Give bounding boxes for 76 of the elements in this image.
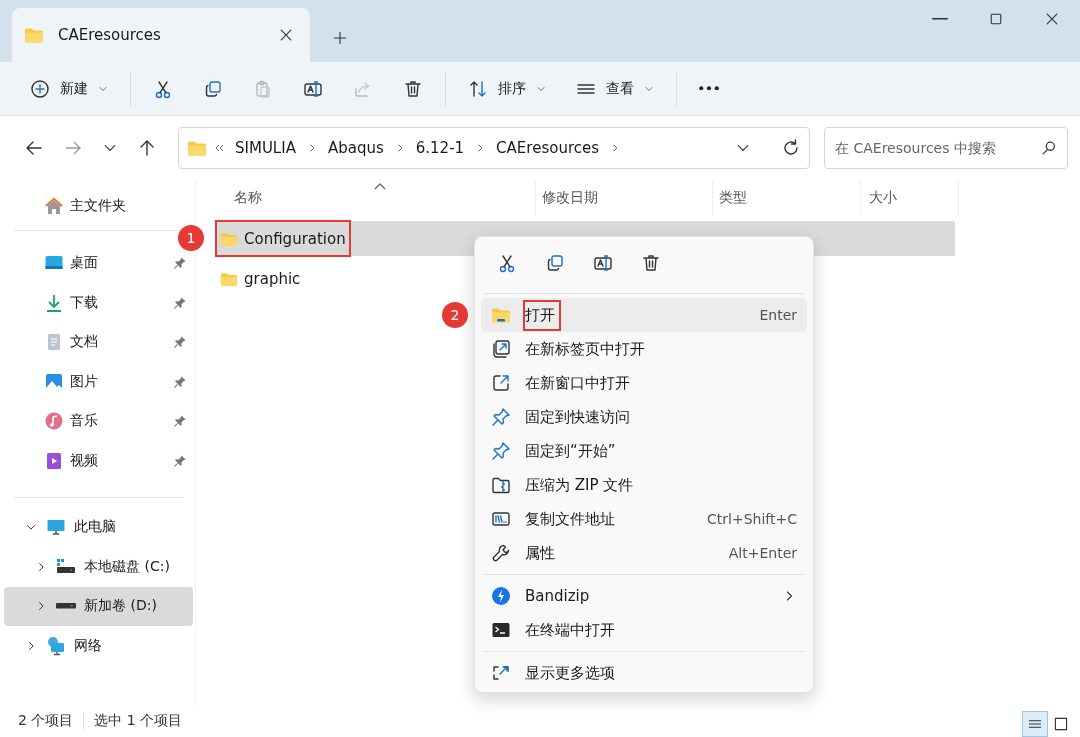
- column-header[interactable]: 类型: [713, 180, 861, 216]
- sidebar-item[interactable]: 主文件夹: [0, 186, 195, 226]
- house-icon: [44, 195, 64, 216]
- network-icon: [46, 635, 66, 656]
- close-icon: [278, 27, 294, 43]
- menu-item[interactable]: 在新标签页中打开: [481, 332, 807, 366]
- step-marker: 1: [178, 225, 204, 251]
- search-icon: [1040, 139, 1058, 157]
- tree-item[interactable]: 此电脑: [4, 507, 193, 547]
- refresh-icon: [781, 138, 801, 158]
- download-icon: [44, 292, 64, 313]
- path-icon: [491, 509, 511, 529]
- sidebar-item[interactable]: 下载: [0, 283, 195, 323]
- file-name: graphic: [244, 269, 301, 288]
- item-count: 2 个项目: [18, 712, 74, 730]
- scissors-icon: [497, 253, 517, 273]
- shortcut-label: Ctrl+Shift+C: [707, 511, 797, 527]
- selection-count: 选中 1 个项目: [83, 712, 193, 730]
- view-button[interactable]: 查看: [564, 69, 666, 108]
- file-row[interactable]: graphic: [216, 261, 955, 296]
- wrench-icon: [491, 543, 511, 563]
- breadcrumb-item[interactable]: 6.12-1: [413, 139, 467, 157]
- column-header[interactable]: 大小: [861, 180, 959, 216]
- minimize-icon: [932, 18, 948, 20]
- maximize-icon: [988, 11, 1004, 27]
- copy-icon: [545, 253, 565, 273]
- shortcut-label: Enter: [759, 307, 797, 323]
- expand-icon: [491, 663, 511, 683]
- step-marker: 2: [442, 302, 468, 328]
- menu-item[interactable]: Bandizip: [481, 579, 807, 613]
- column-header[interactable]: 修改日期: [536, 180, 713, 216]
- external-link-icon: [491, 373, 511, 393]
- sort-button[interactable]: 排序: [456, 69, 558, 108]
- new-button[interactable]: 新建: [18, 69, 120, 108]
- music-note-icon: [44, 411, 64, 432]
- menu-item[interactable]: 属性 Alt+Enter: [481, 536, 807, 570]
- tree-item[interactable]: 新加卷 (D:): [4, 586, 193, 626]
- menu-item[interactable]: 固定到“开始”: [481, 434, 807, 468]
- menu-item[interactable]: 在终端中打开: [481, 613, 807, 647]
- column-header[interactable]: 名称: [216, 180, 536, 216]
- window-tab[interactable]: CAEresources: [12, 8, 310, 62]
- menu-item[interactable]: 固定到快速访问: [481, 400, 807, 434]
- pin-icon: [491, 407, 511, 427]
- overflow-chevron-icon: [215, 143, 225, 153]
- tree-item[interactable]: 网络: [4, 626, 193, 666]
- breadcrumb-item[interactable]: CAEresources: [494, 139, 601, 157]
- zip-folder-icon: [491, 475, 511, 495]
- tiles-view-icon: [1053, 716, 1069, 732]
- file-name: Configuration: [244, 229, 346, 248]
- video-icon: [44, 450, 64, 471]
- sidebar-item[interactable]: 文档: [0, 322, 195, 362]
- shortcut-label: Alt+Enter: [728, 545, 797, 561]
- drive-icon: [56, 603, 76, 609]
- terminal-icon: [491, 620, 511, 640]
- plus-icon: [332, 30, 348, 46]
- sidebar-item[interactable]: 音乐: [0, 401, 195, 441]
- sidebar-item[interactable]: 图片: [0, 362, 195, 402]
- new-tab-icon: [491, 339, 511, 359]
- address-bar[interactable]: SIMULIA Abaqus 6.12-1 CAEresources: [178, 127, 810, 169]
- breadcrumb-item[interactable]: Abaqus: [325, 139, 386, 157]
- trash-icon: [641, 253, 661, 273]
- bolt-circle-icon: [491, 586, 511, 606]
- menu-item[interactable]: 显示更多选项: [481, 656, 807, 690]
- search-field[interactable]: 在 CAEresources 中搜索: [824, 127, 1068, 169]
- menu-item[interactable]: 在新窗口中打开: [481, 366, 807, 400]
- picture-icon: [44, 371, 64, 392]
- rename-icon: [593, 253, 613, 273]
- pin-icon: [491, 441, 511, 461]
- tree-item[interactable]: 本地磁盘 (C:): [4, 547, 193, 587]
- monitor-icon: [46, 517, 66, 538]
- breadcrumb-item[interactable]: SIMULIA: [233, 139, 298, 157]
- sidebar-item[interactable]: 视频: [0, 441, 195, 481]
- menu-item[interactable]: 复制文件地址 Ctrl+Shift+C: [481, 502, 807, 536]
- details-view-button[interactable]: [1022, 711, 1048, 737]
- close-icon: [1044, 11, 1060, 27]
- menu-item[interactable]: 压缩为 ZIP 文件: [481, 468, 807, 502]
